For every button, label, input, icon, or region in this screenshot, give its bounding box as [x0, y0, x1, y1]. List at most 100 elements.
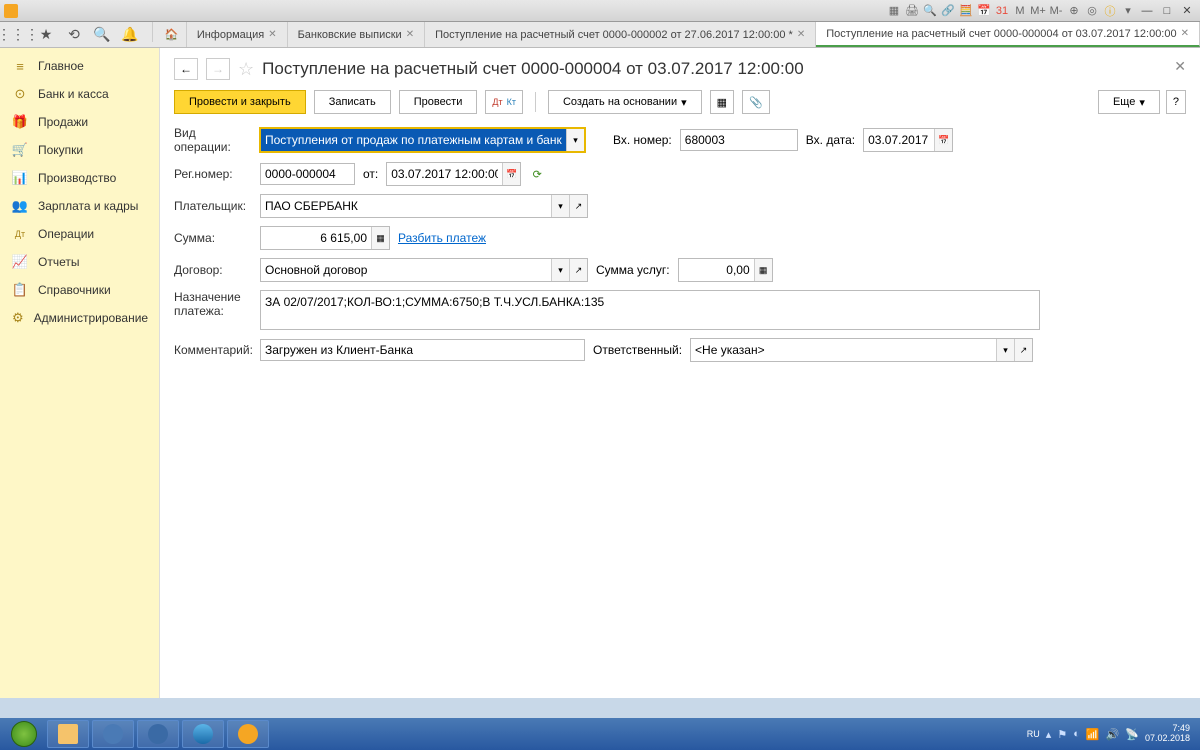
calendar-icon[interactable]: 📅 — [502, 163, 520, 185]
sidebar-item-reports[interactable]: 📈Отчеты — [0, 248, 159, 276]
m-icon[interactable]: M — [1012, 3, 1028, 19]
comment-input[interactable] — [260, 339, 585, 361]
create-based-button[interactable]: Создать на основании ▾ — [548, 90, 702, 114]
close-document-icon[interactable]: ✕ — [1174, 58, 1186, 75]
sidebar-item-refs[interactable]: 📋Справочники — [0, 276, 159, 304]
sidebar-item-operations[interactable]: ДтОперации — [0, 220, 159, 248]
task-app-1[interactable] — [92, 720, 134, 748]
windows-taskbar: RU ▴ ⚑ ◐ 📶 🔊 📡 7:49 07.02.2018 — [0, 718, 1200, 750]
calc-icon[interactable]: ▦ — [754, 259, 772, 281]
split-payment-link[interactable]: Разбить платеж — [398, 231, 486, 245]
sum-label: Сумма: — [174, 231, 252, 245]
task-app-2[interactable] — [137, 720, 179, 748]
sidebar-item-production[interactable]: 📊Производство — [0, 164, 159, 192]
clock[interactable]: 7:49 07.02.2018 — [1145, 724, 1190, 744]
minimize-button[interactable]: — — [1138, 3, 1156, 19]
tab-doc-2[interactable]: Поступление на расчетный счет 0000-00000… — [816, 22, 1200, 47]
responsible-input[interactable] — [691, 339, 996, 361]
close-icon[interactable]: ✕ — [406, 29, 414, 40]
task-1c[interactable] — [227, 720, 269, 748]
op-type-input[interactable] — [261, 129, 566, 151]
m-minus-icon[interactable]: M- — [1048, 3, 1064, 19]
post-and-close-button[interactable]: Провести и закрыть — [174, 90, 306, 114]
dtdk-icon: Дт — [12, 226, 28, 242]
close-icon[interactable]: ✕ — [268, 29, 276, 40]
close-button[interactable]: ✕ — [1178, 3, 1196, 19]
dtdk-button[interactable]: ДтКт — [485, 90, 523, 114]
calc-icon[interactable]: 🧮 — [958, 3, 974, 19]
contract-input[interactable] — [261, 259, 551, 281]
info-icon[interactable]: ⓘ — [1102, 3, 1118, 19]
search-tab-icon[interactable]: 🔍 — [90, 24, 114, 46]
start-button[interactable] — [4, 720, 44, 748]
task-ie[interactable] — [182, 720, 224, 748]
back-button[interactable]: ← — [174, 58, 198, 80]
sidebar-item-bank[interactable]: ⊙Банк и касса — [0, 80, 159, 108]
print-icon[interactable]: 🖨 — [904, 3, 920, 19]
link-icon[interactable]: 🔗 — [940, 3, 956, 19]
tray-flag-icon[interactable]: ⚑ — [1057, 728, 1067, 741]
structure-button[interactable]: ▦ — [710, 90, 734, 114]
history-icon[interactable]: ⟲ — [62, 24, 86, 46]
sum-input[interactable] — [261, 227, 371, 249]
home-tab[interactable]: 🏠 — [157, 22, 187, 47]
dropdown-icon[interactable]: ▾ — [1120, 3, 1136, 19]
bell-icon[interactable]: 🔔 — [118, 24, 142, 46]
m-plus-icon[interactable]: M+ — [1030, 3, 1046, 19]
date-icon[interactable]: 31 — [994, 3, 1010, 19]
calendar-icon[interactable]: 📅 — [976, 3, 992, 19]
tray-app-icon[interactable]: ◐ — [1073, 728, 1080, 740]
sidebar-item-main[interactable]: ≡Главное — [0, 52, 159, 80]
dropdown-icon[interactable]: ▾ — [551, 259, 569, 281]
favorite-icon[interactable]: ★ — [34, 24, 58, 46]
open-icon[interactable]: ↗ — [569, 259, 587, 281]
tab-info[interactable]: Информация✕ — [187, 22, 288, 47]
close-icon[interactable]: ✕ — [1181, 28, 1189, 39]
dropdown-icon[interactable]: ▾ — [551, 195, 569, 217]
target-icon[interactable]: ◎ — [1084, 3, 1100, 19]
dropdown-icon[interactable]: ▾ — [566, 129, 584, 151]
more-button[interactable]: Еще ▾ — [1098, 90, 1160, 114]
sidebar-item-sales[interactable]: 🎁Продажи — [0, 108, 159, 136]
sidebar-item-admin[interactable]: ⚙Администрирование — [0, 304, 159, 332]
favorite-star-icon[interactable]: ☆ — [238, 59, 254, 80]
document-content: ✕ ← → ☆ Поступление на расчетный счет 00… — [160, 48, 1200, 698]
inc-date-input[interactable] — [864, 129, 934, 151]
open-icon[interactable]: ↗ — [569, 195, 587, 217]
close-icon[interactable]: ✕ — [797, 29, 805, 40]
payer-input[interactable] — [261, 195, 551, 217]
tray-icon[interactable]: ▴ — [1046, 728, 1052, 741]
calc-icon[interactable]: ▦ — [371, 227, 389, 249]
maximize-button[interactable]: □ — [1158, 3, 1176, 19]
post-button[interactable]: Провести — [399, 90, 478, 114]
sidebar-item-salary[interactable]: 👥Зарплата и кадры — [0, 192, 159, 220]
save-button[interactable]: Записать — [314, 90, 391, 114]
tab-bank[interactable]: Банковские выписки✕ — [288, 22, 426, 47]
calendar-icon[interactable]: 📅 — [934, 129, 952, 151]
tab-doc-1[interactable]: Поступление на расчетный счет 0000-00000… — [425, 22, 816, 47]
menu-icon: ≡ — [12, 58, 28, 74]
inc-num-input[interactable] — [680, 129, 798, 151]
apps-icon[interactable]: ⋮⋮⋮ — [6, 24, 30, 46]
tray-network-icon[interactable]: 📶 — [1086, 728, 1100, 741]
dropdown-icon[interactable]: ▾ — [996, 339, 1014, 361]
toolbar-icon-1[interactable]: ▦ — [886, 3, 902, 19]
from-date-input[interactable] — [387, 163, 502, 185]
forward-button[interactable]: → — [206, 58, 230, 80]
grid-icon[interactable]: ⊕ — [1066, 3, 1082, 19]
search-icon[interactable]: 🔍 — [922, 3, 938, 19]
sidebar-item-purchases[interactable]: 🛒Покупки — [0, 136, 159, 164]
tray-sound-icon[interactable]: 🔊 — [1106, 728, 1120, 741]
help-button[interactable]: ? — [1166, 90, 1186, 114]
language-indicator[interactable]: RU — [1027, 729, 1040, 739]
attach-button[interactable]: 📎 — [742, 90, 770, 114]
document-tabs: ⋮⋮⋮ ★ ⟲ 🔍 🔔 🏠 Информация✕ Банковские вып… — [0, 22, 1200, 48]
service-sum-input[interactable] — [679, 259, 754, 281]
open-icon[interactable]: ↗ — [1014, 339, 1032, 361]
tray-wifi-icon[interactable]: 📡 — [1125, 728, 1139, 741]
reg-num-input[interactable] — [260, 163, 355, 185]
separator — [535, 92, 536, 112]
purpose-textarea[interactable]: ЗА 02/07/2017;КОЛ-ВО:1;СУММА:6750;В Т.Ч.… — [260, 290, 1040, 330]
refresh-icon[interactable]: ⟳ — [529, 166, 545, 182]
task-explorer[interactable] — [47, 720, 89, 748]
